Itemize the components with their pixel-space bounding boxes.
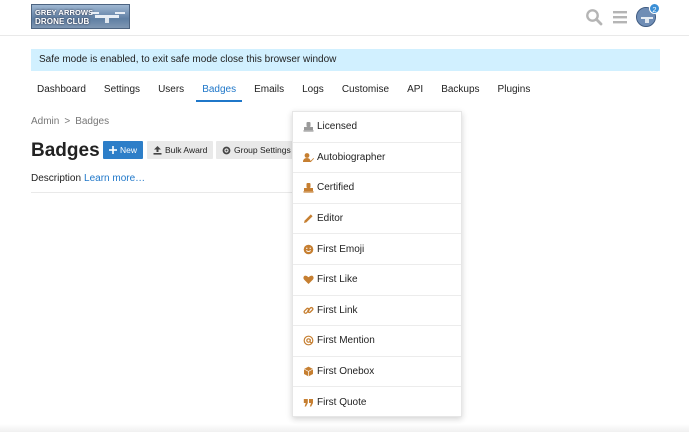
tab-badges[interactable]: Badges	[196, 80, 243, 102]
bulk-award-label: Bulk Award	[165, 145, 208, 155]
at-icon	[303, 335, 314, 346]
dropdown-item-label: Licensed	[317, 121, 358, 133]
dropdown-item-first-emoji[interactable]: First Emoji	[293, 234, 461, 265]
dropdown-item-label: First Like	[317, 274, 358, 286]
cube-icon	[303, 366, 314, 377]
notification-badge[interactable]: 2	[649, 3, 660, 14]
bottom-shadow	[0, 424, 689, 432]
site-logo[interactable]: GREY ARROWS DRONE CLUB	[31, 4, 130, 29]
search-icon[interactable]	[585, 8, 603, 26]
badges-dropdown: Licensed Autobiographer Certified Editor…	[292, 111, 462, 417]
dropdown-item-editor[interactable]: Editor	[293, 204, 461, 235]
pencil-icon	[303, 213, 314, 224]
smile-icon	[303, 244, 314, 255]
description-row: Description Learn more…	[31, 173, 145, 184]
tab-backups[interactable]: Backups	[435, 80, 485, 102]
group-settings-label: Group Settings	[234, 145, 291, 155]
breadcrumb-separator: >	[64, 116, 71, 127]
link-icon	[303, 305, 314, 316]
gear-icon	[222, 146, 231, 154]
dropdown-item-label: First Link	[317, 304, 358, 316]
tab-customise[interactable]: Customise	[336, 80, 395, 102]
drone-icon	[91, 12, 125, 23]
logo-line-2: DRONE CLUB	[35, 17, 90, 26]
dropdown-item-label: Autobiographer	[317, 151, 386, 163]
certificate-icon	[303, 182, 314, 194]
site-header: GREY ARROWS DRONE CLUB 2	[0, 0, 689, 36]
page-title: Badges	[31, 140, 100, 161]
admin-nav: Dashboard Settings Users Badges Emails L…	[31, 80, 542, 102]
quote-icon	[303, 397, 314, 408]
learn-more-link[interactable]: Learn more…	[84, 173, 145, 184]
dropdown-item-first-link[interactable]: First Link	[293, 296, 461, 327]
tab-settings[interactable]: Settings	[98, 80, 146, 102]
dropdown-item-licensed[interactable]: Licensed	[293, 112, 461, 143]
dropdown-item-first-quote[interactable]: First Quote	[293, 387, 461, 418]
dropdown-item-label: Certified	[317, 182, 355, 194]
dropdown-item-label: Editor	[317, 213, 344, 225]
tab-users[interactable]: Users	[152, 80, 190, 102]
breadcrumb: Admin > Badges	[31, 116, 109, 127]
plus-icon	[109, 146, 117, 154]
dropdown-item-first-like[interactable]: First Like	[293, 265, 461, 296]
group-settings-button[interactable]: Group Settings	[216, 141, 297, 159]
bulk-award-button[interactable]: Bulk Award	[147, 141, 214, 159]
dropdown-item-certified[interactable]: Certified	[293, 173, 461, 204]
breadcrumb-admin[interactable]: Admin	[31, 116, 59, 127]
dropdown-item-label: First Emoji	[317, 243, 365, 255]
user-edit-icon	[303, 152, 314, 163]
breadcrumb-badges[interactable]: Badges	[75, 116, 109, 127]
tab-dashboard[interactable]: Dashboard	[31, 80, 92, 102]
divider	[31, 192, 293, 193]
tab-plugins[interactable]: Plugins	[492, 80, 537, 102]
dropdown-item-label: First Onebox	[317, 366, 375, 378]
safe-mode-banner: Safe mode is enabled, to exit safe mode …	[31, 49, 660, 71]
dropdown-item-first-mention[interactable]: First Mention	[293, 326, 461, 357]
dropdown-item-autobiographer[interactable]: Autobiographer	[293, 143, 461, 174]
description-label: Description	[31, 173, 82, 184]
new-badge-button[interactable]: New	[103, 141, 144, 159]
tab-api[interactable]: API	[401, 80, 429, 102]
dropdown-item-label: First Mention	[317, 335, 375, 347]
dropdown-item-first-onebox[interactable]: First Onebox	[293, 357, 461, 388]
tab-logs[interactable]: Logs	[296, 80, 330, 102]
new-button-label: New	[120, 145, 138, 155]
logo-line-1: GREY ARROWS	[35, 8, 94, 17]
hamburger-menu-icon[interactable]	[612, 9, 628, 25]
upload-icon	[153, 145, 162, 155]
dropdown-item-label: First Quote	[317, 397, 367, 409]
certificate-icon	[303, 121, 314, 132]
heart-icon	[303, 274, 314, 285]
tab-emails[interactable]: Emails	[248, 80, 290, 102]
